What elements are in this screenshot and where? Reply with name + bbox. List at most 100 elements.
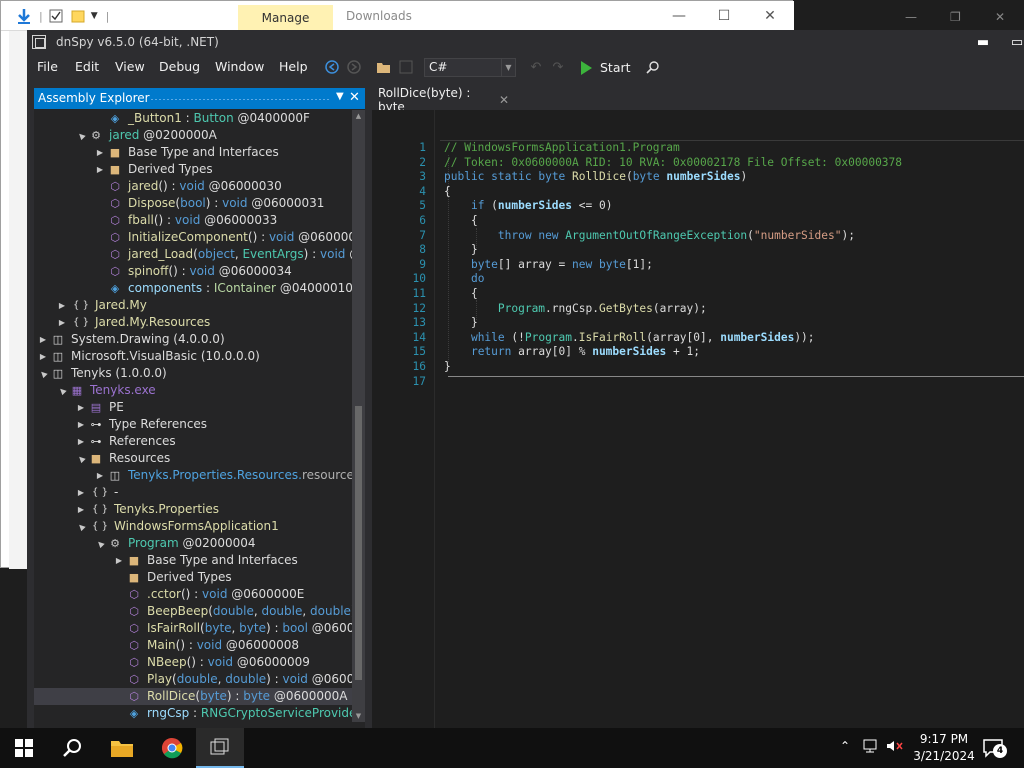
tree-node[interactable]: ▶ ⊶ Type References bbox=[34, 416, 352, 433]
start-debugging-button[interactable]: Start bbox=[581, 58, 631, 77]
volume-muted-icon[interactable] bbox=[886, 739, 904, 753]
underlying-restore-icon[interactable]: ❐ bbox=[950, 10, 961, 24]
tree-node[interactable]: ▶ ■ Derived Types bbox=[34, 161, 352, 178]
tree-node[interactable]: ⬡ fball() : void @06000033 bbox=[34, 212, 352, 229]
expand-icon[interactable]: ▶ bbox=[95, 467, 105, 484]
collapse-icon[interactable]: ▲ bbox=[90, 534, 109, 553]
tree-scrollbar[interactable]: ▲ ▼ bbox=[352, 110, 365, 722]
tree-node[interactable]: ▶ { } Jared.My bbox=[34, 297, 352, 314]
expand-icon[interactable]: ▶ bbox=[76, 501, 86, 518]
expand-icon[interactable]: ▶ bbox=[57, 297, 67, 314]
minimize-button[interactable]: ▬ bbox=[973, 32, 993, 52]
show-hidden-icons[interactable]: ⌃ bbox=[840, 739, 850, 753]
expand-icon[interactable]: ▶ bbox=[76, 433, 86, 450]
panel-menu-icon[interactable]: ▼ bbox=[336, 91, 344, 102]
scroll-up-icon[interactable]: ▲ bbox=[352, 110, 365, 122]
tree-node[interactable]: ◈ rngCsp : RNGCryptoServiceProvider @ bbox=[34, 705, 352, 722]
collapse-icon[interactable]: ▲ bbox=[71, 449, 90, 468]
dnspy-taskbar-button[interactable] bbox=[196, 728, 244, 768]
search-icon[interactable] bbox=[644, 58, 662, 76]
chrome-taskbar-button[interactable] bbox=[148, 728, 196, 768]
tree-node[interactable]: ▶ { } Jared.My.Resources bbox=[34, 314, 352, 331]
tab-rolldice[interactable]: RollDice(byte) : byte ✕ bbox=[372, 86, 509, 114]
tree-node[interactable]: ▶ ■ Base Type and Interfaces bbox=[34, 144, 352, 161]
tree-node[interactable]: ⬡ spinoff() : void @06000034 bbox=[34, 263, 352, 280]
expand-icon[interactable]: ▶ bbox=[114, 552, 124, 569]
network-icon[interactable] bbox=[862, 739, 878, 753]
expand-icon[interactable]: ▶ bbox=[76, 416, 86, 433]
system-clock[interactable]: 9:17 PM 3/21/2024 bbox=[912, 731, 976, 765]
tree-node[interactable]: ⬡ Main() : void @06000008 bbox=[34, 637, 352, 654]
tree-node[interactable]: ⬡ jared() : void @06000030 bbox=[34, 178, 352, 195]
language-select[interactable]: C# ▼ bbox=[424, 58, 516, 77]
navigate-back-icon[interactable] bbox=[323, 58, 341, 76]
tree-node[interactable]: ▶ ◫ Tenyks.Properties.Resources.resources bbox=[34, 467, 352, 484]
menu-file[interactable]: File bbox=[37, 59, 58, 74]
tree-node[interactable]: ⬡ jared_Load(object, EventArgs) : void @ bbox=[34, 246, 352, 263]
tree-node-selected[interactable]: ⬡ RollDice(byte) : byte @0600000A bbox=[34, 688, 352, 705]
bg-close-button[interactable]: ✕ bbox=[756, 5, 784, 27]
open-list-icon[interactable] bbox=[397, 58, 415, 76]
expand-icon[interactable]: ▶ bbox=[95, 161, 105, 178]
menu-debug[interactable]: Debug bbox=[159, 59, 200, 74]
collapse-icon[interactable]: ▲ bbox=[34, 364, 53, 383]
menu-view[interactable]: View bbox=[115, 59, 145, 74]
assembly-tree[interactable]: ◈ _Button1 : Button @0400000F ▲ ⚙ jared @020… bbox=[34, 110, 352, 722]
navigate-forward-icon[interactable] bbox=[345, 58, 363, 76]
tree-node[interactable]: ▶ { } - bbox=[34, 484, 352, 501]
tree-node[interactable]: ⬡ Dispose(bool) : void @06000031 bbox=[34, 195, 352, 212]
bg-maximize-button[interactable]: ☐ bbox=[710, 5, 738, 27]
tree-node[interactable]: ▶ { } Tenyks.Properties bbox=[34, 501, 352, 518]
tree-node[interactable]: ▶ ◫ Microsoft.VisualBasic (10.0.0.0) bbox=[34, 348, 352, 365]
expand-icon[interactable]: ▶ bbox=[38, 331, 48, 348]
tree-node[interactable]: ▶ ⊶ References bbox=[34, 433, 352, 450]
tree-node[interactable]: ◈ components : IContainer @04000010 bbox=[34, 280, 352, 297]
scroll-down-icon[interactable]: ▼ bbox=[352, 710, 365, 722]
restore-button[interactable]: ▭ bbox=[1007, 32, 1024, 52]
tree-node[interactable]: ◈ _Button1 : Button @0400000F bbox=[34, 110, 352, 127]
code-editor[interactable]: 1 // WindowsFormsApplication1.Program 2 // … bbox=[372, 110, 1024, 729]
menu-help[interactable]: Help bbox=[279, 59, 308, 74]
search-button[interactable] bbox=[48, 728, 96, 768]
scroll-thumb[interactable] bbox=[355, 406, 362, 680]
tree-node[interactable]: ▶ ▤ PE bbox=[34, 399, 352, 416]
tree-node[interactable]: ⬡ Play(double, double) : void @0600000C bbox=[34, 671, 352, 688]
collapse-icon[interactable]: ▲ bbox=[71, 126, 90, 145]
tree-node[interactable]: ⬡ BeepBeep(double, double, double) : vo bbox=[34, 603, 352, 620]
tree-node[interactable]: ⬡ .cctor() : void @0600000E bbox=[34, 586, 352, 603]
close-panel-icon[interactable]: ✕ bbox=[349, 90, 360, 105]
new-folder-icon[interactable] bbox=[71, 9, 85, 23]
tree-node[interactable]: ⬡ IsFairRoll(byte, byte) : bool @0600000E bbox=[34, 620, 352, 637]
tree-node[interactable]: ■ Derived Types bbox=[34, 569, 352, 586]
expand-icon[interactable]: ▶ bbox=[57, 314, 67, 331]
file-explorer-taskbar-button[interactable] bbox=[98, 728, 146, 768]
properties-check-icon[interactable] bbox=[49, 9, 63, 23]
tree-node[interactable]: ▲ ■ Resources bbox=[34, 450, 352, 467]
menu-window[interactable]: Window bbox=[215, 59, 264, 74]
ribbon-tab-manage[interactable]: Manage bbox=[238, 5, 333, 31]
tree-node[interactable]: ▲ ⚙ jared @0200000A bbox=[34, 127, 352, 144]
qat-dropdown-icon[interactable]: ▼ bbox=[91, 11, 98, 21]
tree-node[interactable]: ⬡ InitializeComponent() : void @0600003 bbox=[34, 229, 352, 246]
underlying-minimize-icon[interactable]: — bbox=[905, 10, 917, 24]
collapse-icon[interactable]: ▲ bbox=[71, 517, 90, 536]
expand-icon[interactable]: ▶ bbox=[76, 399, 86, 416]
tree-node[interactable]: ▶ ◫ System.Drawing (4.0.0.0) bbox=[34, 331, 352, 348]
close-tab-icon[interactable]: ✕ bbox=[499, 93, 509, 107]
underlying-close-icon[interactable]: ✕ bbox=[995, 10, 1005, 24]
expand-icon[interactable]: ▶ bbox=[76, 484, 86, 501]
open-file-icon[interactable] bbox=[375, 58, 393, 76]
tree-node[interactable]: ▲ ⚙ Program @02000004 bbox=[34, 535, 352, 552]
tree-node[interactable]: ▶ ■ Base Type and Interfaces bbox=[34, 552, 352, 569]
collapse-icon[interactable]: ▲ bbox=[52, 381, 71, 400]
windows-start-button[interactable] bbox=[0, 728, 48, 768]
expand-icon[interactable]: ▶ bbox=[38, 348, 48, 365]
tree-node[interactable]: ▲{ } WindowsFormsApplication1 bbox=[34, 518, 352, 535]
undo-icon[interactable]: ↶ bbox=[527, 58, 545, 76]
quick-access-toolbar[interactable]: | ▼ | bbox=[15, 7, 109, 25]
tree-node[interactable]: ⬡ NBeep() : void @06000009 bbox=[34, 654, 352, 671]
expand-icon[interactable]: ▶ bbox=[95, 144, 105, 161]
bg-minimize-button[interactable]: — bbox=[665, 5, 693, 27]
redo-icon[interactable]: ↷ bbox=[549, 58, 567, 76]
tree-node[interactable]: ▲ ◫ Tenyks (1.0.0.0) bbox=[34, 365, 352, 382]
